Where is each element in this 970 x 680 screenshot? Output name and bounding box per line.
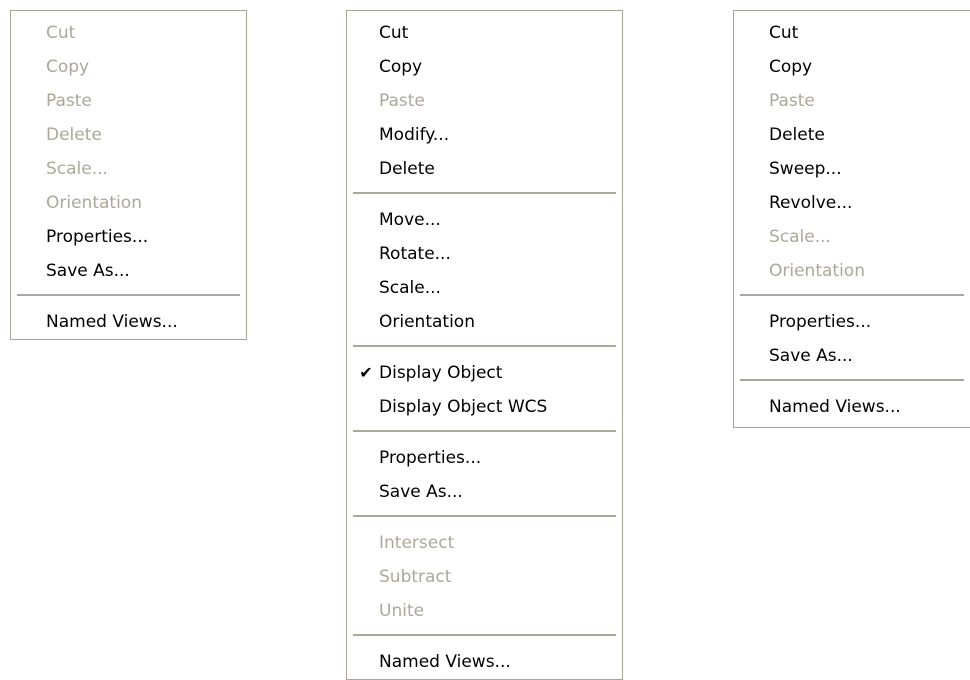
menu-item-cut[interactable]: Cut [734, 16, 970, 50]
menu-item-scale: Scale... [734, 220, 970, 254]
menu-item-copy[interactable]: Copy [734, 50, 970, 84]
menu-item-save-as[interactable]: Save As... [734, 339, 970, 373]
menu-item-label: Paste [46, 91, 92, 111]
menu-item-save-as[interactable]: Save As... [11, 254, 246, 288]
menu-separator [353, 634, 616, 637]
menu-item-label: Paste [379, 91, 425, 111]
menu-item-named-views[interactable]: Named Views... [734, 390, 970, 424]
menu-item-label: Save As... [769, 346, 853, 366]
menu-separator [740, 294, 964, 297]
menu-item-properties[interactable]: Properties... [347, 441, 622, 475]
menu-item-label: Properties... [379, 448, 482, 468]
menu-item-label: Intersect [379, 533, 455, 553]
menu-item-label: Cut [46, 23, 76, 43]
menu-item-named-views[interactable]: Named Views... [11, 305, 246, 339]
menu-item-label: Named Views... [46, 312, 178, 332]
menu-separator [353, 430, 616, 433]
menu-item-label: Named Views... [379, 652, 511, 672]
menu-item-unite: Unite [347, 594, 622, 628]
menu-item-label: Save As... [46, 261, 130, 281]
menu-item-label: Revolve... [769, 193, 853, 213]
menu-item-copy: Copy [11, 50, 246, 84]
menu-item-sweep[interactable]: Sweep... [734, 152, 970, 186]
menu-item-rotate[interactable]: Rotate... [347, 237, 622, 271]
menu-item-orientation: Orientation [734, 254, 970, 288]
menu-item-label: Named Views... [769, 397, 901, 417]
menu-item-label: Move... [379, 210, 441, 230]
menu-separator [353, 515, 616, 518]
menu-item-properties[interactable]: Properties... [11, 220, 246, 254]
menu-item-cut: Cut [11, 16, 246, 50]
menu-item-delete[interactable]: Delete [347, 152, 622, 186]
menu-item-label: Copy [46, 57, 90, 77]
menu-item-intersect: Intersect [347, 526, 622, 560]
menu-item-label: Copy [769, 57, 813, 77]
menu-item-orientation: Orientation [11, 186, 246, 220]
menu-item-label: Orientation [379, 312, 475, 332]
menu-item-label: Orientation [46, 193, 142, 213]
menu-item-paste: Paste [347, 84, 622, 118]
menu-item-label: Properties... [769, 312, 872, 332]
menu-item-label: Rotate... [379, 244, 451, 264]
menu-item-delete[interactable]: Delete [734, 118, 970, 152]
menu-item-scale[interactable]: Scale... [347, 271, 622, 305]
menu-item-label: Unite [379, 601, 425, 621]
menu-item-label: Delete [769, 125, 825, 145]
context-menu-profile-selected: Cut Copy Paste Delete Sweep... Revolve... Scal… [733, 10, 970, 428]
menu-item-label: Scale... [379, 278, 441, 298]
menu-item-label: Cut [769, 23, 799, 43]
menu-item-display-object-wcs[interactable]: Display Object WCS [347, 390, 622, 424]
menu-item-move[interactable]: Move... [347, 203, 622, 237]
menu-item-label: Paste [769, 91, 815, 111]
menu-item-label: Display Object WCS [379, 397, 548, 417]
menu-item-subtract: Subtract [347, 560, 622, 594]
menu-item-modify[interactable]: Modify... [347, 118, 622, 152]
menu-item-label: Copy [379, 57, 423, 77]
menu-item-paste: Paste [734, 84, 970, 118]
menu-item-orientation[interactable]: Orientation [347, 305, 622, 339]
menu-item-properties[interactable]: Properties... [734, 305, 970, 339]
menu-item-label: Cut [379, 23, 409, 43]
menu-item-copy[interactable]: Copy [347, 50, 622, 84]
context-menu-no-selection: Cut Copy Paste Delete Scale... Orientation Pro… [10, 10, 247, 340]
checkmark-icon: ✔ [359, 363, 373, 382]
menu-item-label: Delete [46, 125, 102, 145]
menu-item-paste: Paste [11, 84, 246, 118]
menu-item-delete: Delete [11, 118, 246, 152]
menu-item-cut[interactable]: Cut [347, 16, 622, 50]
menu-item-label: Save As... [379, 482, 463, 502]
menu-item-named-views[interactable]: Named Views... [347, 645, 622, 679]
menu-item-label: Subtract [379, 567, 452, 587]
menu-separator [740, 379, 964, 382]
menu-item-label: Orientation [769, 261, 865, 281]
menu-separator [353, 192, 616, 195]
menu-separator [17, 294, 240, 297]
menu-item-label: Delete [379, 159, 435, 179]
menu-item-label: Scale... [769, 227, 831, 247]
menu-item-scale: Scale... [11, 152, 246, 186]
menu-separator [353, 345, 616, 348]
menu-item-revolve[interactable]: Revolve... [734, 186, 970, 220]
menu-item-label: Sweep... [769, 159, 842, 179]
menu-item-display-object[interactable]: ✔ Display Object [347, 356, 622, 390]
menu-item-save-as[interactable]: Save As... [347, 475, 622, 509]
context-menu-object-selected: Cut Copy Paste Modify... Delete Move... Rotate… [346, 10, 623, 680]
menu-item-label: Scale... [46, 159, 108, 179]
menu-item-label: Display Object [379, 363, 503, 383]
menu-item-label: Properties... [46, 227, 149, 247]
menu-item-label: Modify... [379, 125, 450, 145]
